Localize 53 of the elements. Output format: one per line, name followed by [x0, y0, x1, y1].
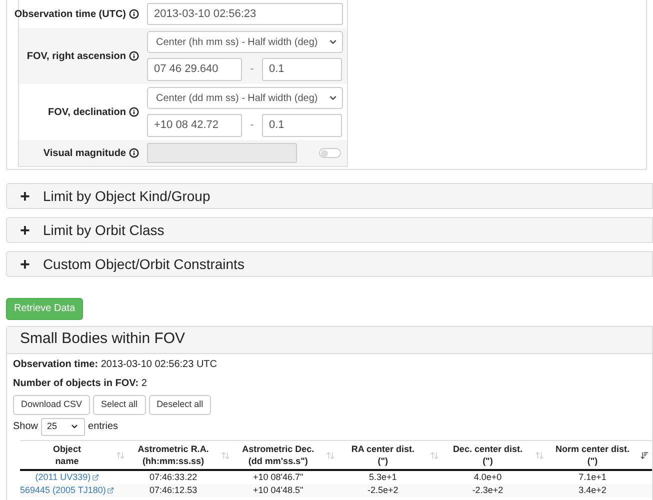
- separator: -: [249, 118, 255, 134]
- table-cell: 4.0e+0: [474, 472, 502, 482]
- external-link-icon: [92, 474, 99, 480]
- show-label: Show: [13, 420, 38, 434]
- accordion-header[interactable]: + Limit by Orbit Class: [6, 217, 653, 243]
- accordion-header[interactable]: + Limit by Object Kind/Group: [6, 183, 653, 209]
- field-label: Visual magnitude: [43, 146, 126, 160]
- table-cell: 7.1e+1: [578, 472, 606, 482]
- show-label: entries: [88, 420, 118, 434]
- column-header[interactable]: Norm center dist. ("): [547, 442, 638, 466]
- table-cell: +10 04'48.5": [253, 484, 304, 494]
- input-field[interactable]: 07 46 29.640: [147, 58, 242, 81]
- column-header[interactable]: RA center dist. ("): [338, 442, 428, 466]
- field-label: Observation time (UTC): [14, 8, 126, 22]
- info-icon[interactable]: [129, 9, 139, 19]
- column-header[interactable]: Dec. center dist. ("): [442, 442, 534, 466]
- action-button[interactable]: Select all: [93, 394, 146, 414]
- object-link[interactable]: 569445 (2005 TJ180): [20, 484, 106, 496]
- dropdown[interactable]: Center (hh mm ss) - Half width (deg): [147, 31, 343, 53]
- info-line: Number of objects in FOV: 2: [13, 378, 148, 390]
- panel-title: Small Bodies within FOV: [20, 329, 186, 350]
- sort-icon[interactable]: [640, 450, 649, 460]
- info-icon[interactable]: [129, 51, 139, 61]
- table-cell: +10 08'46.7": [253, 472, 304, 482]
- column-header[interactable]: Astrometric R.A. (hh:mm:ss.ss): [128, 442, 219, 466]
- input-field[interactable]: 0.1: [262, 58, 342, 81]
- field-label: FOV, right ascension: [26, 50, 126, 64]
- column-header[interactable]: Astrometric Dec. (dd mm'ss.s"): [232, 442, 324, 466]
- input-field[interactable]: 0.1: [262, 114, 342, 137]
- field-label: FOV, declination: [48, 106, 126, 120]
- table-cell: 5.3e+1: [369, 472, 397, 482]
- input-field[interactable]: 2013-03-10 02:56:23: [147, 3, 343, 25]
- separator: -: [249, 62, 255, 78]
- table-cell: -2.3e+2: [472, 484, 504, 494]
- chevron-down-icon: [70, 422, 80, 431]
- object-link[interactable]: (2011 UV339): [35, 472, 91, 482]
- table-cell: -2.5e+2: [368, 484, 398, 494]
- entries-dropdown[interactable]: 25: [41, 418, 86, 436]
- table-cell: 3.4e+2: [578, 484, 606, 494]
- info-line: Observation time: 2013-03-10 02:56:23 UTC: [13, 358, 218, 370]
- accordion-header[interactable]: + Custom Object/Orbit Constraints: [6, 251, 653, 277]
- info-icon[interactable]: [129, 107, 139, 117]
- chevron-down-icon: [328, 37, 338, 47]
- input-field[interactable]: +10 08 42.72: [147, 114, 242, 137]
- external-link-icon: [106, 486, 114, 494]
- table-cell: 07:46:12.53: [150, 484, 198, 494]
- action-button[interactable]: Download CSV: [13, 394, 90, 414]
- action-button[interactable]: Deselect all: [148, 394, 212, 414]
- info-icon[interactable]: [129, 148, 139, 158]
- table-cell: 07:46:33.22: [150, 472, 198, 482]
- chevron-down-icon: [328, 93, 338, 103]
- dropdown[interactable]: Center (dd mm ss) - Half width (deg): [147, 87, 343, 109]
- column-header[interactable]: Object name: [20, 442, 114, 466]
